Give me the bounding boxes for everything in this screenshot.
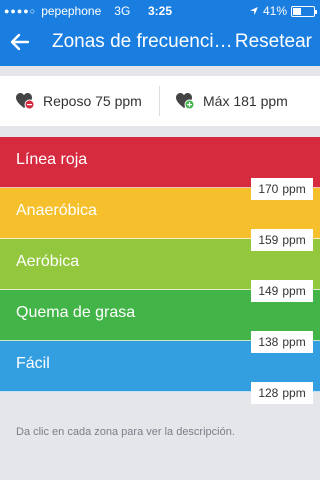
zone-threshold-unit: ppm xyxy=(282,182,306,196)
zone-threshold-badge: 149 ppm xyxy=(251,280,313,302)
zone-label: Aeróbica xyxy=(16,253,80,270)
rest-heart-rate[interactable]: Reposo 75 ppm xyxy=(15,76,142,126)
page-title: Zonas de frecuencia... xyxy=(52,31,234,52)
status-bar: ●●●●○ pepephone 3G 3:25 41% xyxy=(0,0,320,20)
zone-threshold-unit: ppm xyxy=(282,335,306,349)
zone-threshold-value: 170 xyxy=(258,182,279,196)
back-arrow-icon[interactable] xyxy=(8,29,32,55)
heart-minus-icon xyxy=(16,93,35,110)
navigation-bar: Zonas de frecuencia... Resetear xyxy=(0,20,320,66)
heart-plus-icon xyxy=(176,93,195,110)
zone-threshold-badge: 138 ppm xyxy=(251,331,313,353)
heart-rate-summary: Reposo 75 ppm Máx 181 ppm xyxy=(0,76,320,126)
rest-heart-rate-label: Reposo 75 ppm xyxy=(43,93,142,109)
zone-threshold-value: 159 xyxy=(258,233,279,247)
max-heart-rate[interactable]: Máx 181 ppm xyxy=(175,76,288,126)
zone-threshold-badge: 170 ppm xyxy=(251,178,313,200)
location-arrow-icon xyxy=(249,7,258,15)
zone-threshold-value: 149 xyxy=(258,284,279,298)
zone-label: Fácil xyxy=(16,355,50,372)
zone-label: Quema de grasa xyxy=(16,304,136,321)
zone-label: Anaeróbica xyxy=(16,202,97,219)
battery-percent: 41% xyxy=(262,4,287,18)
max-heart-rate-label: Máx 181 ppm xyxy=(203,93,288,109)
zone-threshold-unit: ppm xyxy=(282,284,306,298)
zone-threshold-badge: 128 ppm xyxy=(251,382,313,404)
zone-threshold-badge: 159 ppm xyxy=(251,229,313,251)
zone-hint-text: Da clic en cada zona para ver la descrip… xyxy=(16,426,235,438)
summary-divider xyxy=(159,86,160,116)
zone-threshold-value: 128 xyxy=(258,386,279,400)
heart-rate-zones: Línea roja 170 ppm Anaeróbica 159 ppm Ae… xyxy=(0,137,320,404)
zone-threshold-value: 138 xyxy=(258,335,279,349)
zone-red-line[interactable]: Línea roja 170 ppm xyxy=(0,137,320,200)
zone-threshold-unit: ppm xyxy=(282,233,306,247)
battery-icon xyxy=(291,5,317,17)
reset-button[interactable]: Resetear xyxy=(235,31,312,53)
app-header: ●●●●○ pepephone 3G 3:25 41% Zonas de fre… xyxy=(0,0,320,66)
zone-threshold-unit: ppm xyxy=(282,386,306,400)
zone-label: Línea roja xyxy=(16,151,88,168)
